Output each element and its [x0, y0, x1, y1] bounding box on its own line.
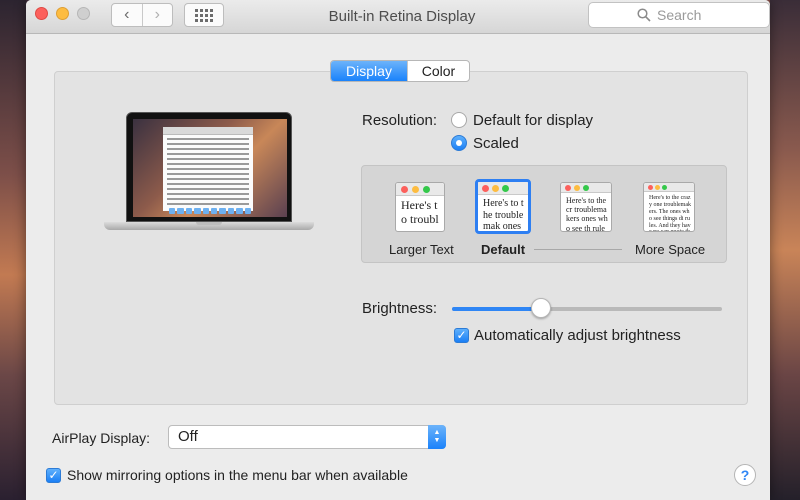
desktop-wallpaper-left [0, 0, 26, 500]
show-all-button[interactable] [184, 3, 224, 27]
radio-scaled[interactable] [451, 135, 467, 151]
minimize-button[interactable] [56, 7, 69, 20]
back-button[interactable]: ‹ [112, 4, 142, 26]
scale-caption-more-space: More Space [635, 242, 706, 257]
checkmark-icon: ✓ [48, 468, 59, 482]
close-button[interactable] [35, 7, 48, 20]
zoom-button[interactable] [77, 7, 90, 20]
title-bar: ‹ › Built-in Retina Display Search [26, 0, 770, 34]
scale-divider [534, 249, 622, 250]
brightness-slider-knob[interactable] [531, 298, 552, 318]
display-preferences-window: ‹ › Built-in Retina Display Search Displ… [26, 0, 770, 500]
search-placeholder: Search [657, 7, 702, 23]
scaled-label[interactable]: Scaled [473, 135, 519, 152]
scale-option-larger-text[interactable]: Here's to troublem [395, 182, 445, 232]
scaled-resolution-picker: Here's to troublem Here's to the trouble… [361, 165, 727, 263]
scale-option-default[interactable]: Here's to the troublemak ones who se rul… [475, 179, 531, 234]
auto-brightness-label[interactable]: Automatically adjust brightness [474, 327, 681, 344]
up-down-arrows-icon: ▲ ▼ [428, 425, 446, 449]
scale-caption-default: Default [481, 242, 526, 257]
scale-option-more-space[interactable]: Here's to the crazy one troublemakers. T… [643, 182, 695, 232]
tab-color[interactable]: Color [407, 61, 469, 81]
brightness-label: Brightness: [362, 300, 438, 317]
radio-default-for-display[interactable] [451, 112, 467, 128]
scale-sample-text: Here's to the cr troublemakers ones who … [566, 196, 608, 232]
airplay-display-value: Off [178, 428, 198, 445]
tab-display[interactable]: Display [331, 61, 407, 81]
airplay-display-label: AirPlay Display: [52, 430, 151, 446]
auto-brightness-checkbox[interactable]: ✓ [454, 328, 469, 343]
forward-button[interactable]: › [141, 4, 173, 26]
brightness-fill [452, 307, 542, 311]
scale-sample-text: Here's to the crazy one troublemakers. T… [649, 195, 691, 231]
search-field[interactable]: Search [588, 2, 770, 28]
mirroring-label[interactable]: Show mirroring options in the menu bar w… [67, 467, 408, 483]
checkmark-icon: ✓ [456, 328, 467, 342]
back-forward-group: ‹ › [111, 3, 173, 27]
tab-bar: Display Color [330, 60, 470, 82]
resolution-label: Resolution: [362, 112, 438, 129]
chevron-right-icon: › [154, 6, 160, 23]
help-button[interactable]: ? [734, 464, 756, 486]
grid-icon [195, 8, 213, 22]
laptop-illustration [104, 112, 314, 242]
scale-sample-text: Here's to troublem [401, 198, 439, 231]
scale-sample-text: Here's to the troublemak ones who se rul… [483, 198, 524, 232]
airplay-display-select[interactable]: Off ▲ ▼ [168, 425, 446, 449]
mirroring-checkbox[interactable]: ✓ [46, 468, 61, 483]
desktop-wallpaper-right [770, 0, 800, 500]
default-for-display-label[interactable]: Default for display [473, 112, 593, 129]
question-mark-icon: ? [740, 467, 750, 483]
window-title: Built-in Retina Display [328, 8, 476, 25]
scale-option-more-space-1[interactable]: Here's to the cr troublemakers ones who … [560, 182, 612, 232]
scale-caption-larger-text: Larger Text [389, 242, 454, 257]
brightness-slider[interactable] [452, 307, 722, 311]
chevron-left-icon: ‹ [124, 6, 130, 23]
search-icon [637, 8, 651, 22]
